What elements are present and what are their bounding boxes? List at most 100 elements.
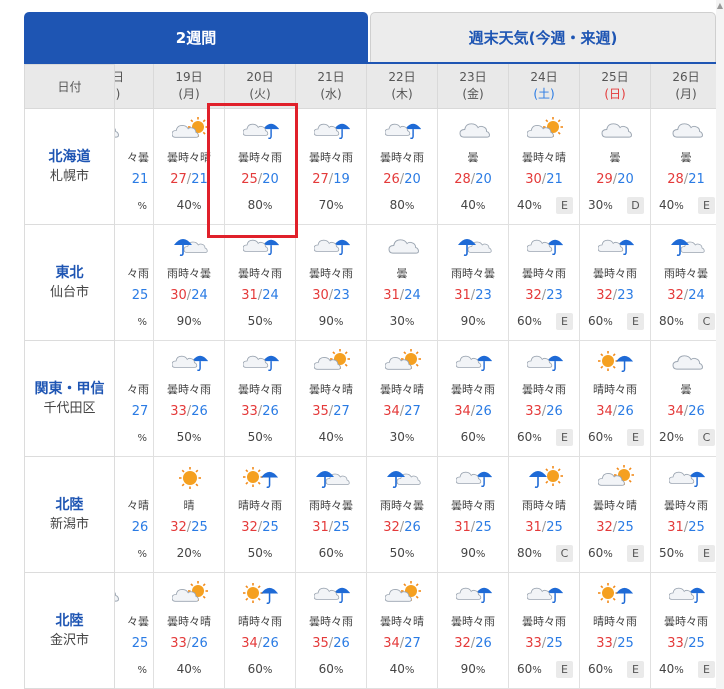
precip-prob: % [137, 549, 147, 560]
forecast-cell[interactable]: 晴 32/25 20% [153, 457, 224, 573]
region-header[interactable]: 北陸 金沢市 [24, 573, 115, 689]
weather-text: 曇時々晴 [380, 615, 424, 628]
weather-text: 晴時々雨 [593, 615, 637, 628]
forecast-cell[interactable]: 曇時々雨 32/23 60% E [508, 225, 579, 341]
cloud-icon [669, 117, 705, 143]
forecast-cell[interactable]: 曇時々雨 33/25 60% E [508, 573, 579, 689]
forecast-cell[interactable]: 々晴 26 % [115, 457, 153, 573]
region-header[interactable]: 東北 仙台市 [24, 225, 115, 341]
forecast-cell[interactable]: 曇時々雨 31/24 50% [224, 225, 295, 341]
forecast-cell[interactable]: 曇時々雨 31/25 90% [437, 457, 508, 573]
forecast-cell[interactable]: 曇時々雨 34/26 60% [437, 341, 508, 457]
sun-rain-icon [598, 349, 634, 375]
cloud-rain-icon [242, 233, 280, 259]
forecast-cell[interactable]: 曇時々雨 26/20 80% [366, 109, 437, 225]
forecast-cell[interactable]: 曇時々晴 27/21 40% [153, 109, 224, 225]
weather-text: 曇 [680, 151, 692, 164]
scrollbar[interactable] [716, 0, 724, 689]
temp-max: 26 [383, 172, 400, 187]
cloud-rain-icon [313, 581, 351, 607]
region-city: 千代田区 [43, 400, 96, 416]
cloud-icon [598, 117, 634, 143]
forecast-cell[interactable]: 曇時々雨 32/23 60% E [579, 225, 650, 341]
temp-min: 20 [617, 172, 634, 187]
temp-max: 35 [312, 636, 329, 651]
forecast-cell[interactable]: 曇 28/20 40% [437, 109, 508, 225]
weather-text: 曇時々雨 [309, 267, 353, 280]
forecast-cell[interactable]: 晴時々雨 32/25 50% [224, 457, 295, 573]
forecast-cell[interactable]: 晴時々雨 33/25 60% E [579, 573, 650, 689]
temp-max: 31 [525, 520, 542, 535]
tab-two-weeks[interactable]: 2週間 [24, 12, 368, 62]
region-name[interactable]: 北陸 [56, 611, 84, 631]
weather-text: 雨時々曇 [664, 267, 708, 280]
date-header-cell: 20日 (火) [224, 64, 295, 109]
forecast-cell[interactable]: 晴時々雨 34/26 60% [224, 573, 295, 689]
temp-min: 26 [688, 404, 705, 419]
forecast-cell[interactable]: 曇時々雨 33/26 50% [153, 341, 224, 457]
weather-text: 曇時々雨 [593, 267, 637, 280]
forecast-cell[interactable]: 曇時々晴 34/27 40% [366, 573, 437, 689]
reliability-badge: C [556, 545, 573, 562]
forecast-cell[interactable]: 曇時々晴 35/27 40% [295, 341, 366, 457]
region-name[interactable]: 北陸 [56, 495, 84, 515]
temp-min: 26 [475, 404, 492, 419]
date-header-cell: 24日 (土) [508, 64, 579, 109]
tab-weekend-weather[interactable]: 週末天気(今週・来週) [370, 12, 716, 62]
reliability-badge: D [627, 197, 644, 214]
forecast-cell[interactable]: 々曇 21 % [115, 109, 153, 225]
rain-sun-icon [527, 465, 563, 491]
forecast-cell[interactable]: 曇時々晴 33/26 40% [153, 573, 224, 689]
precip-prob: 30% [389, 430, 415, 444]
forecast-cell[interactable]: 曇時々雨 33/26 60% E [508, 341, 579, 457]
region-header[interactable]: 北海道 札幌市 [24, 109, 115, 225]
temp-max: 31 [383, 288, 400, 303]
rain-cloud-icon [172, 233, 208, 259]
forecast-cell[interactable]: 雨時々曇 31/23 90% [437, 225, 508, 341]
forecast-cell[interactable]: 々雨 27 % [115, 341, 153, 457]
weather-text: 曇 [467, 151, 479, 164]
forecast-cell[interactable]: 雨時々曇 32/24 80% C [650, 225, 716, 341]
region-header[interactable]: 北陸 新潟市 [24, 457, 115, 573]
forecast-cell[interactable]: 雨時々晴 31/25 80% C [508, 457, 579, 573]
forecast-cell[interactable]: 曇時々雨 35/26 60% [295, 573, 366, 689]
forecast-cell[interactable]: 々雨 25 % [115, 225, 153, 341]
region-name[interactable]: 北海道 [49, 147, 91, 167]
forecast-cell[interactable]: 曇時々晴 30/21 40% E [508, 109, 579, 225]
date-day: 24日 [530, 70, 558, 84]
forecast-cell[interactable]: 曇時々雨 32/26 90% [437, 573, 508, 689]
precip-prob: 50% [247, 546, 273, 560]
forecast-cell[interactable]: 曇時々雨 25/20 80% [224, 109, 295, 225]
precip-prob: 80% [247, 198, 273, 212]
scroll-up-icon[interactable]: ▲ [716, 2, 724, 10]
forecast-cell[interactable]: 曇時々雨 27/19 70% [295, 109, 366, 225]
region-name[interactable]: 関東・甲信 [35, 379, 105, 399]
forecast-cell[interactable]: 曇 28/21 40% E [650, 109, 716, 225]
temp-max: 33 [170, 636, 187, 651]
forecast-cell[interactable]: 雨時々曇 32/26 50% [366, 457, 437, 573]
temp-min: 26 [262, 404, 279, 419]
temperature: 25/20 [225, 172, 295, 187]
forecast-cell[interactable]: 雨時々曇 31/25 60% [295, 457, 366, 573]
forecast-cell[interactable]: 曇時々雨 31/25 50% E [650, 457, 716, 573]
cloud-rain-icon [597, 233, 635, 259]
weather-text: 晴時々雨 [593, 383, 637, 396]
cloud-sun-icon [313, 349, 350, 375]
forecast-cell[interactable]: 々曇 25 % [115, 573, 153, 689]
region-name[interactable]: 東北 [56, 263, 84, 283]
forecast-grid[interactable]: 々曇 21 % 曇時々晴 27/21 40% 曇時々雨 25/20 80% 曇時… [115, 109, 716, 689]
forecast-cell[interactable]: 曇 29/20 30% D [579, 109, 650, 225]
forecast-cell[interactable]: 曇 31/24 30% [366, 225, 437, 341]
temp-min: 20 [475, 172, 492, 187]
cloud-rain-icon [455, 349, 493, 375]
forecast-cell[interactable]: 曇時々雨 30/23 90% [295, 225, 366, 341]
forecast-cell[interactable]: 曇時々雨 33/26 50% [224, 341, 295, 457]
precip-prob: 40% [517, 198, 542, 212]
forecast-cell[interactable]: 曇時々晴 34/27 30% [366, 341, 437, 457]
forecast-cell[interactable]: 雨時々曇 30/24 90% [153, 225, 224, 341]
region-header[interactable]: 関東・甲信 千代田区 [24, 341, 115, 457]
forecast-cell[interactable]: 曇時々雨 33/25 40% E [650, 573, 716, 689]
forecast-cell[interactable]: 曇 34/26 20% C [650, 341, 716, 457]
forecast-cell[interactable]: 晴時々雨 34/26 60% E [579, 341, 650, 457]
forecast-cell[interactable]: 曇時々晴 32/25 60% E [579, 457, 650, 573]
